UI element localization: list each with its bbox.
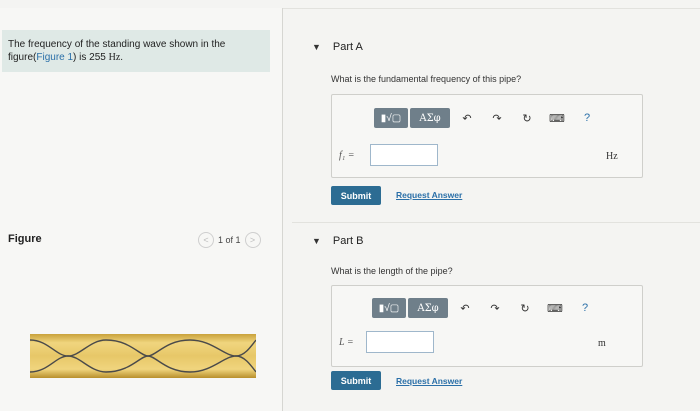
part-b-title: Part B [332, 235, 364, 247]
greek-symbols-button[interactable]: ΑΣφ [410, 108, 450, 128]
greek-symbols-button[interactable]: ΑΣφ [408, 298, 448, 318]
reset-icon[interactable]: ↻ [510, 302, 540, 315]
next-figure-button[interactable]: > [244, 232, 261, 248]
part-b-toolbar: ▮√▢ ΑΣφ ↶ ↷ ↻ ⌨ ? [372, 297, 600, 319]
redo-icon[interactable]: ↷ [480, 302, 510, 315]
part-a-title: Part A [332, 41, 363, 53]
problem-unit: Hz [108, 52, 121, 63]
frequency-input[interactable] [370, 144, 438, 166]
undo-icon[interactable]: ↶ [452, 112, 482, 125]
pipe-body [30, 334, 256, 378]
part-b-question: What is the length of the pipe? [331, 266, 453, 276]
reset-icon[interactable]: ↻ [512, 112, 542, 125]
problem-end: . [120, 52, 124, 63]
figure-heading: Figure [8, 233, 42, 245]
part-a-unit: Hz [606, 151, 618, 162]
part-a-submit-button[interactable]: Submit [331, 186, 381, 205]
problem-statement: The frequency of the standing wave shown… [2, 30, 270, 72]
help-icon[interactable]: ? [570, 302, 600, 314]
keyboard-icon[interactable]: ⌨ [540, 302, 570, 315]
figure-page-count: 1 of 1 [218, 235, 241, 245]
problem-text-after: ) is 255 [73, 52, 109, 63]
part-b-header[interactable]: ▼ Part B [312, 235, 364, 247]
keyboard-icon[interactable]: ⌨ [542, 112, 572, 125]
templates-button[interactable]: ▮√▢ [374, 108, 408, 128]
standing-wave-figure [30, 334, 256, 378]
collapse-part-b-icon[interactable]: ▼ [312, 236, 321, 246]
part-a-question: What is the fundamental frequency of thi… [331, 74, 522, 84]
part-a-request-answer-link[interactable]: Request Answer [396, 190, 462, 200]
part-a-toolbar: ▮√▢ ΑΣφ ↶ ↷ ↻ ⌨ ? [374, 107, 602, 129]
undo-icon[interactable]: ↶ [450, 302, 480, 315]
part-a-variable-label: f₁ = [339, 150, 355, 161]
figure-pager: < 1 of 1 > [198, 232, 261, 248]
part-b-unit: m [598, 338, 606, 349]
figure-link[interactable]: Figure 1 [36, 52, 73, 63]
pane-divider [282, 8, 283, 411]
length-input[interactable] [366, 331, 434, 353]
templates-button[interactable]: ▮√▢ [372, 298, 406, 318]
redo-icon[interactable]: ↷ [482, 112, 512, 125]
part-a-header[interactable]: ▼ Part A [312, 41, 363, 53]
part-separator [292, 222, 700, 223]
help-icon[interactable]: ? [572, 112, 602, 124]
part-b-request-answer-link[interactable]: Request Answer [396, 376, 462, 386]
part-b-variable-label: L = [339, 337, 354, 348]
prev-figure-button[interactable]: < [198, 232, 214, 248]
part-b-submit-button[interactable]: Submit [331, 371, 381, 390]
collapse-part-a-icon[interactable]: ▼ [312, 42, 321, 52]
